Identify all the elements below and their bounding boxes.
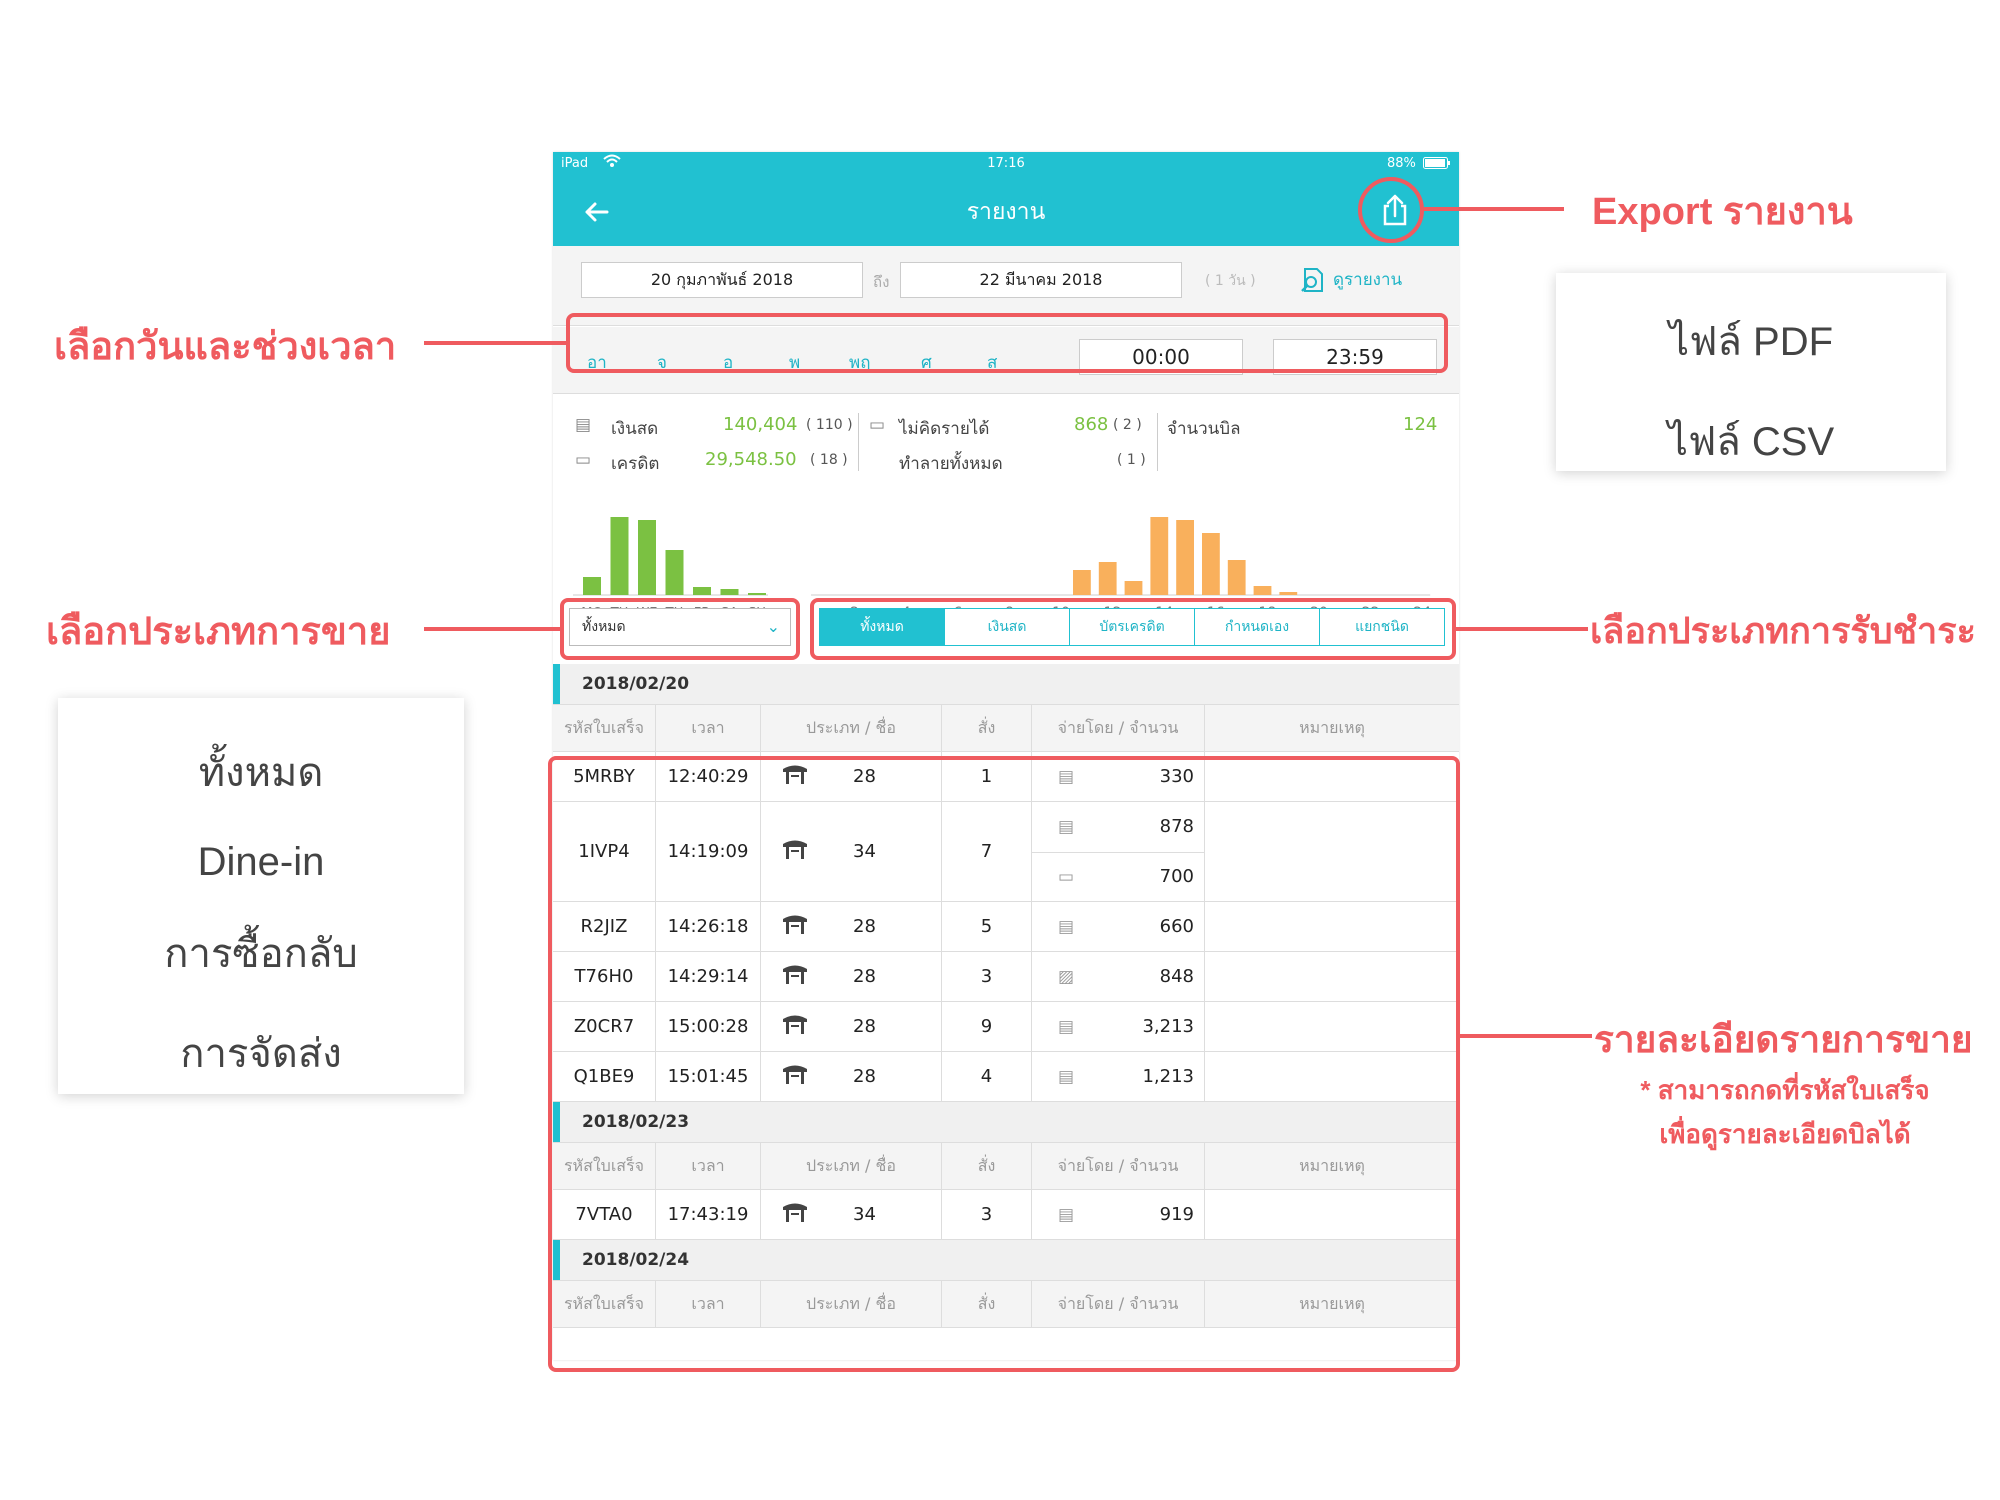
sale-type-highlight — [560, 598, 800, 660]
app-bar: รายงาน — [553, 174, 1459, 246]
non-revenue-icon: ▭ — [869, 415, 886, 435]
weekday-bar — [665, 550, 684, 595]
hourly-bar — [1150, 517, 1169, 595]
column-header: หมายเหตุ — [1299, 718, 1365, 737]
bill-count-label: จำนวนบิล — [1167, 419, 1241, 439]
status-bar: iPad 17:16 88% — [553, 152, 1459, 174]
pay-type-annotation: เลือกประเภทการรับชำระ — [1590, 610, 1976, 651]
connector-line — [1460, 1034, 1592, 1038]
details-note-line2: เพื่อดูรายละเอียดบิลได้ — [1659, 1119, 1911, 1149]
cash-value: 140,404 — [723, 414, 798, 435]
export-annotation: Export รายงาน — [1592, 191, 1853, 233]
date-from-field[interactable]: 20 กุมภาพันธ์ 2018 — [581, 262, 863, 298]
column-header: รหัสใบเสร็จ — [553, 705, 656, 751]
date-time-annotation: เลือกวันและช่วงเวลา — [54, 326, 397, 368]
details-annotation: รายละเอียดรายการขาย — [1594, 1019, 1973, 1060]
day-count: ( 1 วัน ) — [1205, 273, 1256, 289]
view-report-label: ดูรายงาน — [1333, 270, 1403, 290]
credit-value: 29,548.50 — [705, 449, 797, 470]
cash-count: ( 110 ) — [806, 417, 853, 433]
column-header: เวลา — [656, 705, 761, 751]
column-header: ประเภท / ชื่อ — [761, 705, 942, 751]
connector-line — [424, 341, 566, 345]
non-revenue-label: ไม่คิดรายได้ — [899, 419, 990, 439]
non-revenue-value: 868 — [1074, 414, 1109, 435]
weekday-bar — [638, 520, 656, 595]
weekday-bar — [583, 577, 601, 595]
date-time-highlight — [566, 313, 1448, 373]
hourly-bar — [1124, 581, 1143, 595]
details-highlight — [548, 756, 1460, 1372]
column-header: สั่ง — [942, 705, 1032, 751]
column-header-row: รหัสใบเสร็จ เวลา ประเภท / ชื่อ สั่ง จ่ายโดย … — [553, 704, 1459, 752]
weekday-bar — [610, 517, 629, 595]
divider — [858, 413, 859, 471]
report-search-icon — [1301, 268, 1323, 292]
hourly-bar — [1202, 533, 1220, 595]
sale-type-annotation: เลือกประเภทการขาย — [46, 611, 391, 653]
connector-line — [424, 627, 560, 631]
sale-type-option: Dine-in — [197, 840, 325, 884]
export-highlight — [1358, 177, 1424, 243]
hourly-bar — [1176, 520, 1194, 595]
column-header: จ่ายโดย / จำนวน — [1032, 705, 1205, 751]
date-to-field[interactable]: 22 มีนาคม 2018 — [900, 262, 1182, 298]
connector-line — [1456, 627, 1588, 631]
battery-level: 88% — [1387, 156, 1416, 171]
cash-label: เงินสด — [611, 419, 659, 439]
hourly-bar — [1098, 562, 1117, 595]
page-title: รายงาน — [966, 199, 1046, 225]
credit-label: เครดิต — [611, 454, 660, 474]
bill-count-value: 124 — [1403, 414, 1438, 435]
pay-type-highlight — [810, 598, 1456, 660]
export-options-card: ไฟล์ PDF ไฟล์ CSV — [1556, 273, 1946, 471]
sale-type-options-card: ทั้งหมด Dine-in การซื้อกลับ การจัดส่ง — [58, 698, 464, 1094]
sale-type-option: การจัดส่ง — [180, 1032, 342, 1076]
sale-type-option: ทั้งหมด — [198, 751, 324, 795]
connector-line — [1424, 207, 1564, 211]
non-revenue-count: ( 2 ) — [1113, 417, 1142, 433]
view-report-button[interactable]: ดูรายงาน — [1299, 260, 1402, 300]
battery-icon — [1423, 157, 1451, 173]
void-count: ( 1 ) — [1117, 452, 1146, 468]
export-option-csv: ไฟล์ CSV — [1667, 420, 1835, 464]
sale-type-option: การซื้อกลับ — [164, 932, 358, 976]
credit-card-icon: ▭ — [575, 450, 592, 470]
export-option-pdf: ไฟล์ PDF — [1668, 320, 1834, 364]
divider — [1157, 413, 1158, 471]
clock: 17:16 — [987, 156, 1025, 171]
section-date-header: 2018/02/20 — [553, 664, 1459, 704]
credit-count: ( 18 ) — [810, 452, 848, 468]
cash-icon: ▤ — [575, 415, 592, 435]
hourly-bar — [1227, 560, 1246, 595]
details-note-line1: * สามารถกดที่รหัสใบเสร็จ — [1640, 1075, 1930, 1105]
hourly-bar — [1073, 570, 1091, 595]
date-to-label: ถึง — [873, 273, 890, 291]
void-label: ทำลายทั้งหมด — [899, 454, 1003, 474]
